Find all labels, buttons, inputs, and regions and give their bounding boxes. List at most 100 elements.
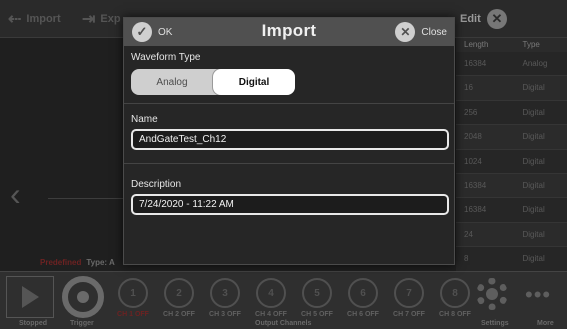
table-cell-type: Digital bbox=[522, 180, 545, 190]
description-field[interactable]: 7/24/2020 - 11:22 AM bbox=[131, 194, 449, 215]
table-row[interactable]: 16 Digital bbox=[456, 76, 567, 101]
table-cell-type: Digital bbox=[522, 205, 545, 215]
table-cell-length: 1024 bbox=[464, 156, 482, 166]
table-cell-length: 24 bbox=[464, 229, 473, 239]
table-cell-length: 16384 bbox=[464, 180, 487, 190]
table-row[interactable]: 16384 Digital bbox=[456, 198, 567, 223]
table-cell-length: 16384 bbox=[464, 205, 487, 215]
table-cell-type: Digital bbox=[522, 229, 545, 239]
table-header-row: Length Type bbox=[456, 38, 567, 52]
name-field[interactable]: AndGateTest_Ch12 bbox=[131, 129, 449, 150]
divider bbox=[124, 163, 454, 164]
table-row[interactable]: 256 Digital bbox=[456, 100, 567, 126]
chevron-left-icon[interactable]: ‹ bbox=[10, 178, 21, 210]
waveform-table: Length Type 16384 Analog 16 Digital 256 Digit… bbox=[456, 38, 567, 272]
table-cell-type: Digital bbox=[522, 132, 545, 142]
waveform-line bbox=[48, 198, 128, 199]
more-label: More bbox=[537, 320, 554, 327]
channel-2-button[interactable]: 2 CH 2 OFF bbox=[159, 278, 199, 318]
dialog-header: ✓ OK Import ✕ Close bbox=[124, 18, 454, 46]
waveform-type-toggle: Analog Digital bbox=[131, 69, 295, 95]
channel-state-label: CH 5 OFF bbox=[301, 311, 333, 318]
edit-close-x-icon[interactable]: ✕ bbox=[487, 9, 507, 29]
channel-state-label: CH 8 OFF bbox=[439, 311, 471, 318]
channel-4-button[interactable]: 4 CH 4 OFF bbox=[251, 278, 291, 318]
close-button[interactable]: ✕ Close bbox=[395, 22, 447, 42]
name-label: Name bbox=[131, 114, 158, 125]
gear-icon bbox=[486, 288, 498, 300]
waveform-type-label: Waveform Type bbox=[131, 52, 201, 63]
channel-3-button[interactable]: 3 CH 3 OFF bbox=[205, 278, 245, 318]
export-button[interactable]: ⇥ Exp bbox=[82, 6, 121, 32]
trigger-button[interactable] bbox=[62, 276, 104, 318]
table-cell-length: 2048 bbox=[464, 132, 482, 142]
settings-label: Settings bbox=[481, 320, 509, 327]
import-dialog: ✓ OK Import ✕ Close Waveform Type Analog… bbox=[123, 17, 455, 265]
trigger-icon bbox=[77, 291, 89, 303]
channel-number: 3 bbox=[210, 278, 240, 308]
channel-state-label: CH 2 OFF bbox=[163, 311, 195, 318]
table-body: 16384 Analog 16 Digital 256 Digital 2048 Digita… bbox=[456, 52, 567, 272]
type-label-text: Type: bbox=[86, 258, 108, 267]
edit-button-label: Edit bbox=[460, 13, 481, 25]
export-button-label: Exp bbox=[100, 13, 121, 25]
waveform-type-digital-option[interactable]: Digital bbox=[213, 69, 295, 95]
table-cell-length: 8 bbox=[464, 254, 469, 264]
channel-number: 7 bbox=[394, 278, 424, 308]
channel-8-button[interactable]: 8 CH 8 OFF bbox=[435, 278, 475, 318]
waveform-type-analog-option[interactable]: Analog bbox=[131, 69, 213, 95]
close-x-icon: ✕ bbox=[395, 22, 416, 42]
channel-6-button[interactable]: 6 CH 6 OFF bbox=[343, 278, 383, 318]
channel-number: 5 bbox=[302, 278, 332, 308]
play-button[interactable] bbox=[6, 276, 54, 318]
predefined-label: Predefined bbox=[40, 258, 82, 267]
table-cell-type: Digital bbox=[522, 107, 545, 117]
import-button-label: Import bbox=[26, 13, 61, 25]
export-icon: ⇥ bbox=[82, 11, 96, 28]
type-label: Type: A bbox=[86, 258, 114, 267]
play-icon bbox=[21, 286, 39, 308]
column-header-length: Length bbox=[464, 40, 489, 49]
table-row[interactable]: 8 Digital bbox=[456, 247, 567, 272]
more-dots-icon[interactable]: ••• bbox=[525, 284, 551, 306]
column-header-type: Type bbox=[522, 40, 540, 49]
close-button-label: Close bbox=[421, 26, 447, 38]
divider bbox=[124, 103, 454, 104]
table-row[interactable]: 24 Digital bbox=[456, 223, 567, 248]
table-row[interactable]: 1024 Digital bbox=[456, 149, 567, 174]
edit-button[interactable]: Edit bbox=[460, 6, 481, 32]
channel-state-label: CH 4 OFF bbox=[255, 311, 287, 318]
channel-5-button[interactable]: 5 CH 5 OFF bbox=[297, 278, 337, 318]
channel-state-label: CH 1 OFF bbox=[117, 311, 149, 318]
predefined-row: Predefined Type: A bbox=[40, 258, 115, 267]
table-cell-length: 16384 bbox=[464, 59, 487, 68]
import-button[interactable]: ⇠ Import bbox=[8, 6, 61, 32]
channel-number: 4 bbox=[256, 278, 286, 308]
table-row[interactable]: 2048 Digital bbox=[456, 125, 567, 150]
table-cell-type: Digital bbox=[522, 156, 545, 166]
channel-state-label: CH 6 OFF bbox=[347, 311, 379, 318]
trigger-label: Trigger bbox=[70, 320, 94, 327]
channel-state-label: CH 7 OFF bbox=[393, 311, 425, 318]
description-label: Description bbox=[131, 179, 182, 190]
table-cell-length: 256 bbox=[464, 107, 478, 117]
type-value: A bbox=[109, 258, 115, 267]
channel-state-label: CH 3 OFF bbox=[209, 311, 241, 318]
table-cell-length: 16 bbox=[464, 83, 473, 93]
back-arrow-icon: ⇠ bbox=[8, 11, 22, 28]
table-cell-type: Digital bbox=[522, 83, 545, 93]
settings-button[interactable] bbox=[476, 278, 508, 310]
channel-number: 2 bbox=[164, 278, 194, 308]
channel-7-button[interactable]: 7 CH 7 OFF bbox=[389, 278, 429, 318]
channel-number: 1 bbox=[118, 278, 148, 308]
bottom-toolbar: 1 CH 1 OFF 2 CH 2 OFF 3 CH 3 OFF 4 CH 4 OFF 5 CH … bbox=[0, 271, 567, 329]
channel-number: 6 bbox=[348, 278, 378, 308]
table-cell-type: Digital bbox=[522, 254, 545, 264]
table-row[interactable]: 16384 Analog bbox=[456, 52, 567, 77]
table-cell-type: Analog bbox=[522, 59, 548, 68]
channel-1-button[interactable]: 1 CH 1 OFF bbox=[113, 278, 153, 318]
table-row[interactable]: 16384 Digital bbox=[456, 174, 567, 199]
channel-number: 8 bbox=[440, 278, 470, 308]
stopped-label: Stopped bbox=[19, 320, 47, 327]
app-window: ⇠ Import ⇥ Exp Edit ✕ ‹ Predefined Type:… bbox=[0, 0, 567, 329]
